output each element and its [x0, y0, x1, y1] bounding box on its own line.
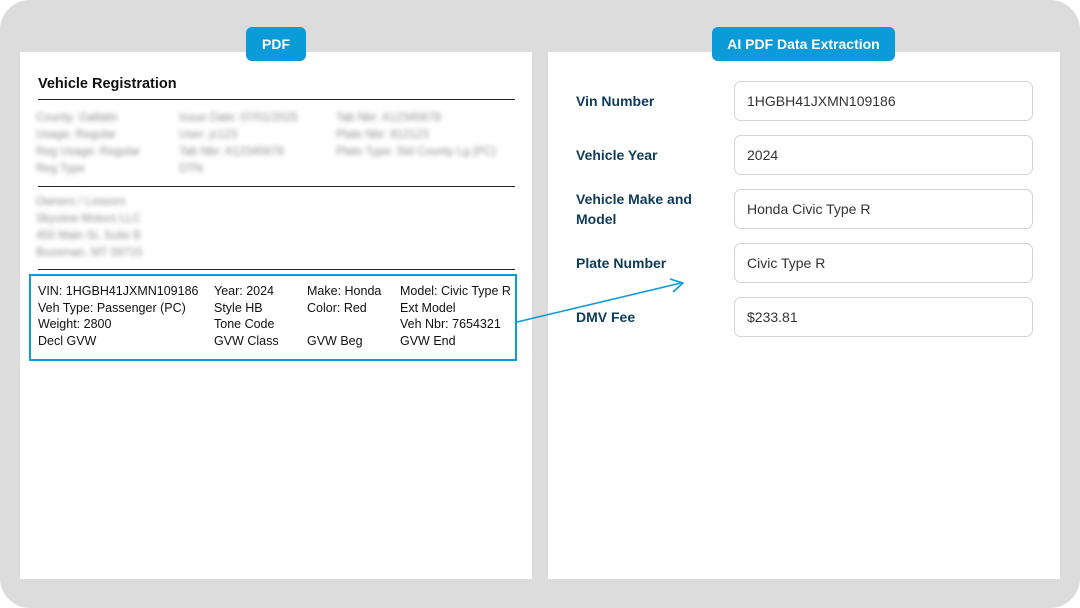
vehicle-info-column: Make: Honda Color: Red GVW Beg — [307, 284, 382, 349]
blurred-owners-block: Owners / Lessors Skyview Motors LLC 450 … — [36, 196, 143, 259]
plate-number-label: Plate Number — [576, 255, 667, 271]
vehicle-make-model-field[interactable] — [734, 189, 1033, 229]
blurred-info-column: County: Gallatin Usage: Regular Reg Usag… — [36, 112, 141, 175]
vin-number-label: Vin Number — [576, 93, 655, 109]
vehicle-year-label: Vehicle Year — [576, 147, 658, 163]
blurred-info-column: Tab Nbr: A12345678 Plate Nbr: 812123 Pla… — [336, 112, 497, 158]
divider — [38, 269, 515, 270]
ai-extraction-tag: AI PDF Data Extraction — [712, 27, 895, 61]
dmv-fee-field[interactable] — [734, 297, 1033, 337]
blurred-info-column: Issue Date: 07/01/2025 User: jc123 Tab N… — [179, 112, 298, 175]
vehicle-info-column: Year: 2024 Style HB Tone Code GVW Class — [214, 284, 279, 349]
dmv-fee-label: DMV Fee — [576, 309, 636, 325]
vehicle-year-field[interactable] — [734, 135, 1033, 175]
plate-number-field[interactable] — [734, 243, 1033, 283]
document-title: Vehicle Registration — [38, 76, 177, 92]
vehicle-info-column: Model: Civic Type R Ext Model Veh Nbr: 7… — [400, 284, 511, 349]
divider — [38, 99, 515, 100]
vin-number-field[interactable] — [734, 81, 1033, 121]
vehicle-make-model-label: Vehicle Make and Model — [576, 191, 692, 227]
divider — [38, 186, 515, 187]
pdf-tag: PDF — [246, 27, 306, 61]
app-frame: PDF AI PDF Data Extraction Vehicle Regis… — [0, 0, 1080, 608]
vehicle-info-column: VIN: 1HGBH41JXMN109186 Veh Type: Passeng… — [38, 284, 199, 349]
